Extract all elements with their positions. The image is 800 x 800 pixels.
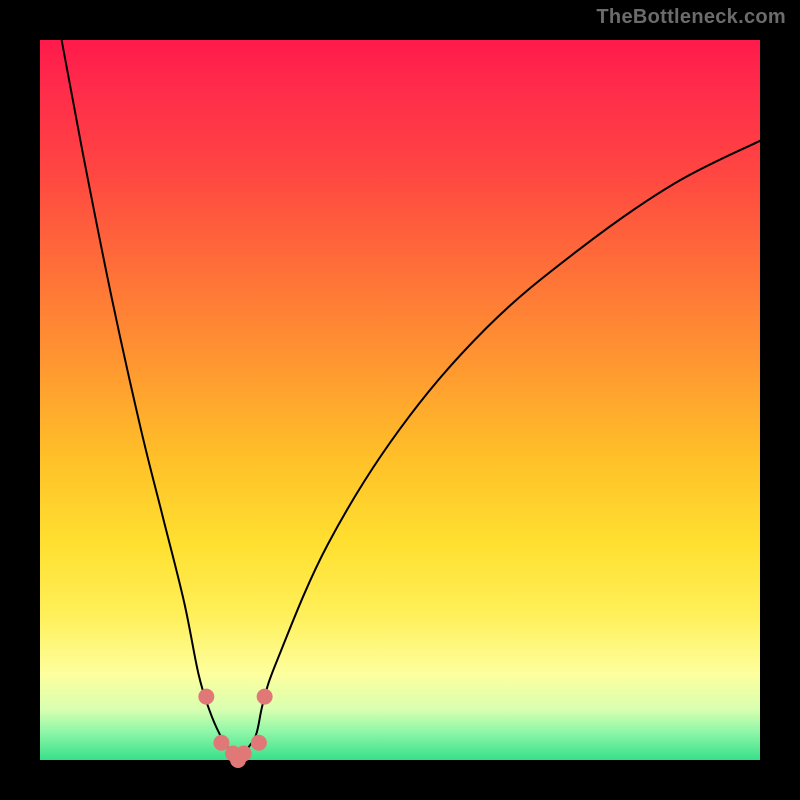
chart-container: TheBottleneck.com bbox=[0, 0, 800, 800]
plot-area bbox=[40, 40, 760, 760]
highlight-dot bbox=[251, 735, 267, 751]
highlight-dot bbox=[198, 689, 214, 705]
highlight-dot bbox=[236, 746, 252, 762]
highlight-dots bbox=[198, 689, 272, 768]
curve-layer bbox=[40, 40, 760, 760]
bottleneck-curve-right bbox=[238, 141, 760, 760]
watermark-text: TheBottleneck.com bbox=[596, 6, 786, 29]
bottleneck-curves bbox=[62, 40, 760, 760]
bottleneck-curve-left bbox=[62, 40, 238, 760]
highlight-dot bbox=[257, 689, 273, 705]
